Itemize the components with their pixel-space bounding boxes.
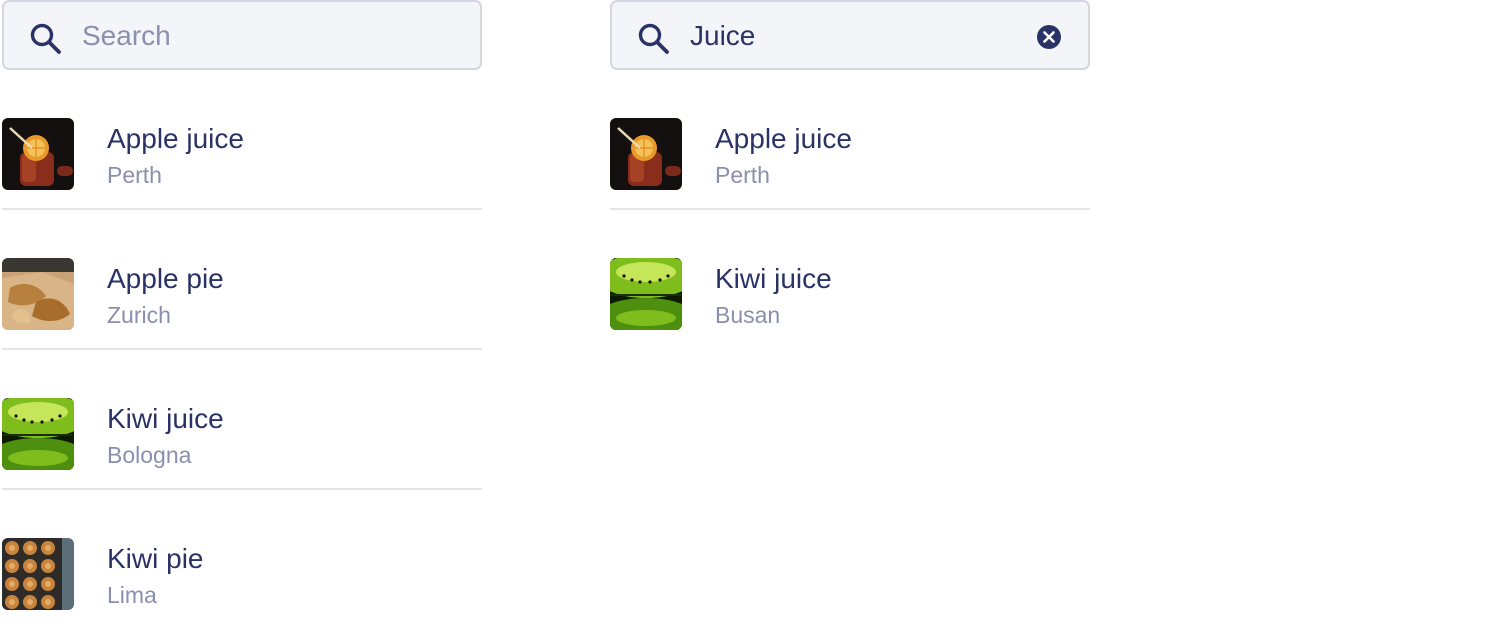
- list-item[interactable]: Kiwi pie Lima: [2, 490, 482, 628]
- kiwi-juice-thumbnail: [2, 398, 74, 470]
- item-subtitle: Bologna: [107, 442, 192, 468]
- item-subtitle: Zurich: [107, 302, 171, 328]
- item-title: Apple juice: [715, 123, 852, 154]
- item-title: Apple pie: [107, 263, 224, 294]
- search-panel-empty: Apple juice Perth Apple pie Zurich Kiwi …: [2, 0, 482, 628]
- search-bar[interactable]: [2, 0, 482, 70]
- search-bar[interactable]: [610, 0, 1090, 70]
- list-item[interactable]: Apple pie Zurich: [2, 210, 482, 348]
- list-item[interactable]: Apple juice Perth: [2, 70, 482, 208]
- results-list: Apple juice Perth Apple pie Zurich Kiwi …: [2, 70, 482, 628]
- list-item[interactable]: Kiwi juice Busan: [610, 210, 1090, 348]
- item-title: Apple juice: [107, 123, 244, 154]
- item-subtitle: Lima: [107, 582, 157, 608]
- item-title: Kiwi juice: [107, 403, 224, 434]
- search-input[interactable]: [82, 13, 412, 59]
- search-panel-filtered: Apple juice Perth Kiwi juice Busan: [610, 0, 1090, 348]
- search-icon: [30, 23, 61, 54]
- kiwi-juice-thumbnail: [610, 258, 682, 330]
- item-subtitle: Perth: [107, 162, 162, 188]
- apple-juice-thumbnail: [2, 118, 74, 190]
- search-icon: [638, 23, 669, 54]
- apple-juice-thumbnail: [610, 118, 682, 190]
- item-title: Kiwi juice: [715, 263, 832, 294]
- kiwi-pie-thumbnail: [2, 538, 74, 610]
- clear-icon[interactable]: [1036, 24, 1062, 50]
- apple-pie-thumbnail: [2, 258, 74, 330]
- item-subtitle: Busan: [715, 302, 781, 328]
- search-input[interactable]: [690, 13, 1020, 59]
- list-item[interactable]: Kiwi juice Bologna: [2, 350, 482, 488]
- item-title: Kiwi pie: [107, 543, 204, 574]
- item-subtitle: Perth: [715, 162, 770, 188]
- list-item[interactable]: Apple juice Perth: [610, 70, 1090, 208]
- results-list: Apple juice Perth Kiwi juice Busan: [610, 70, 1090, 348]
